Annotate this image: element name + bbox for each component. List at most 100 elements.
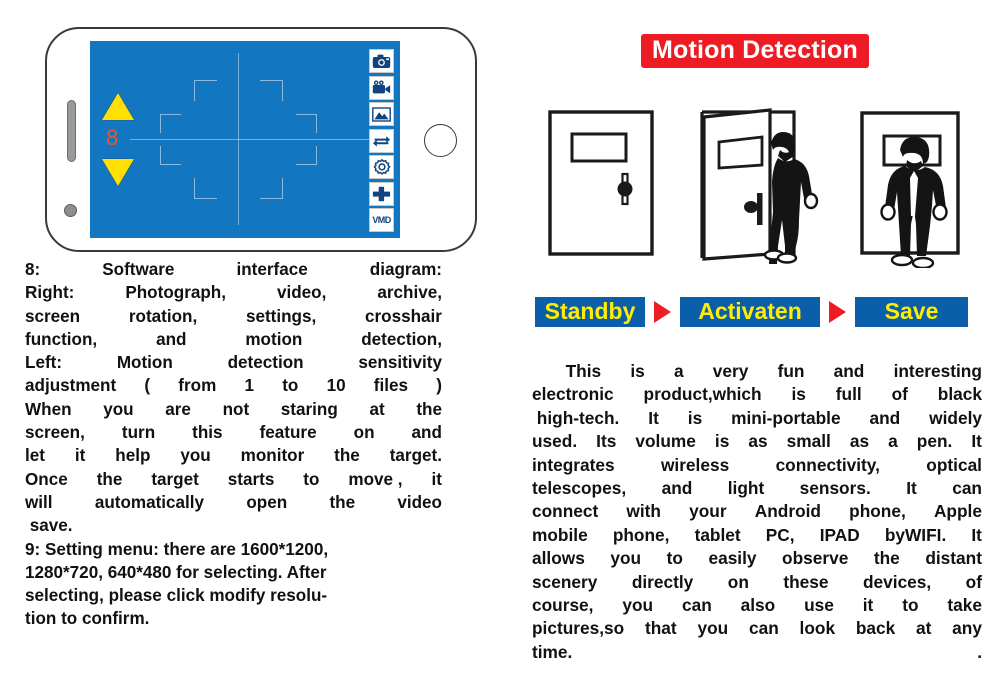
- text-token: devices,: [862, 571, 932, 592]
- flow-step-save[interactable]: Save: [855, 297, 968, 327]
- text-token: monitor: [240, 446, 305, 466]
- earpiece-speaker-icon: [67, 100, 76, 162]
- screen-rotation-button[interactable]: [369, 128, 394, 153]
- settings-button[interactable]: [369, 155, 394, 179]
- text-token: It: [648, 407, 659, 428]
- left-caption-line-6: When you are not staring at the: [25, 398, 442, 421]
- text-token: that: [644, 618, 677, 639]
- text-token: product,which: [643, 384, 762, 405]
- text-token: look: [799, 618, 836, 639]
- home-button[interactable]: [424, 124, 457, 157]
- text-token: distant: [925, 548, 982, 569]
- text-token: wireless: [660, 454, 730, 475]
- text-token: connect: [532, 501, 599, 522]
- sensitivity-increase-triangle-up-icon[interactable]: [102, 93, 134, 120]
- text-token: high-tech.: [532, 407, 620, 428]
- camera-icon: [372, 54, 391, 69]
- text-token: function,: [25, 329, 98, 349]
- right-description-text: This is a very fun and interesting electronic pr…: [532, 360, 982, 664]
- text-token: time.: [532, 641, 573, 662]
- reticle-bracket-right-top: [296, 114, 317, 133]
- text-token: screen: [25, 306, 81, 326]
- left-caption-line-3: function, and motion detection,: [25, 328, 442, 351]
- text-token: and: [411, 423, 442, 443]
- right-description-line-8: allows you to easily observe the distant: [532, 547, 982, 570]
- left-caption-line-7: screen, turn this feature on and: [25, 421, 442, 444]
- text-token: Right:: [25, 283, 75, 303]
- text-token: full: [835, 384, 862, 405]
- text-token: (: [144, 376, 151, 396]
- text-token: with: [626, 501, 661, 522]
- text-token: fun: [777, 361, 805, 381]
- text-token: the: [329, 492, 356, 512]
- text-token: Photograph,: [125, 283, 226, 303]
- text-token: is: [714, 431, 730, 452]
- text-token: pictures,so: [532, 618, 625, 639]
- text-token: your: [689, 501, 727, 522]
- right-description-line-9: scenery directly on these devices, of: [532, 571, 982, 594]
- text-token: staring: [280, 399, 338, 419]
- right-description-line-11: pictures,so that you can look back at any: [532, 617, 982, 640]
- text-token: connectivity,: [775, 454, 880, 475]
- flow-step-standby[interactable]: Standby: [535, 297, 645, 327]
- text-token: small: [786, 431, 831, 452]
- text-token: let: [25, 446, 45, 466]
- text-token: is: [630, 361, 645, 381]
- archive-button[interactable]: [369, 102, 394, 126]
- text-token: scenery: [532, 571, 598, 592]
- sensitivity-value: 8: [106, 125, 119, 150]
- text-token: to: [902, 595, 919, 616]
- text-token: mini-portable: [731, 407, 841, 428]
- text-token: used.: [532, 431, 578, 452]
- plus-crosshair-icon: [372, 186, 391, 202]
- text-token: and: [661, 478, 693, 499]
- left-caption-line-4: Left: Motion detection sensitivity: [25, 351, 442, 374]
- reticle-bracket-right-bottom: [296, 146, 317, 165]
- scene-closed-door: [546, 108, 664, 265]
- text-token: you: [103, 399, 134, 419]
- text-token: PC,: [765, 524, 795, 545]
- video-button[interactable]: [369, 75, 394, 100]
- text-token: rotation,: [128, 306, 198, 326]
- text-token: from: [178, 376, 217, 396]
- text-token: feature: [259, 423, 317, 443]
- text-token: phone,: [849, 501, 906, 522]
- text-token: archive,: [377, 283, 442, 303]
- text-token: turn: [121, 423, 156, 443]
- motion-detection-banner: Motion Detection: [641, 34, 869, 68]
- scene-person-in-doorway: [853, 108, 971, 273]
- sensitivity-decrease-triangle-down-icon[interactable]: [102, 159, 134, 186]
- text-token: widely: [929, 407, 982, 428]
- text-token: 1: [244, 376, 255, 396]
- text-token: IPAD: [819, 524, 860, 545]
- text-token: It: [906, 478, 917, 499]
- motion-detection-button[interactable]: VMD: [369, 208, 394, 232]
- right-description-line-3: used. Its volume is as small as a pen. It: [532, 430, 982, 453]
- reticle-bracket-bottom-right: [260, 178, 283, 199]
- text-token: can: [748, 618, 779, 639]
- text-token: open: [246, 492, 288, 512]
- text-token: observe: [782, 548, 849, 569]
- flow-step-activaten[interactable]: Activaten: [680, 297, 820, 327]
- text-token: it: [862, 595, 874, 616]
- text-token: this: [192, 423, 223, 443]
- right-description-line-1: electronic product,which is full of black: [532, 383, 982, 406]
- text-token: can: [681, 595, 712, 616]
- text-token: integrates: [532, 454, 615, 475]
- text-token: directly: [631, 571, 694, 592]
- text-token: Apple: [933, 501, 982, 522]
- text-token: It: [971, 524, 982, 545]
- text-token: not: [222, 399, 250, 419]
- text-token: the: [334, 446, 360, 466]
- text-token: at: [369, 399, 385, 419]
- left-caption-line-2: screen rotation, settings, crosshair: [25, 305, 442, 328]
- text-token: and: [869, 407, 901, 428]
- manual-page: 8 VMD 8: Software interface diagram: Rig…: [0, 0, 1000, 695]
- text-token: very: [712, 361, 749, 381]
- crosshair-button[interactable]: [369, 181, 394, 206]
- text-token: tablet: [694, 524, 741, 545]
- reticle-bracket-top-right: [260, 80, 283, 101]
- text-token: mobile: [532, 524, 588, 545]
- smartphone-mockup: 8 VMD: [45, 27, 477, 252]
- photograph-button[interactable]: [369, 49, 394, 73]
